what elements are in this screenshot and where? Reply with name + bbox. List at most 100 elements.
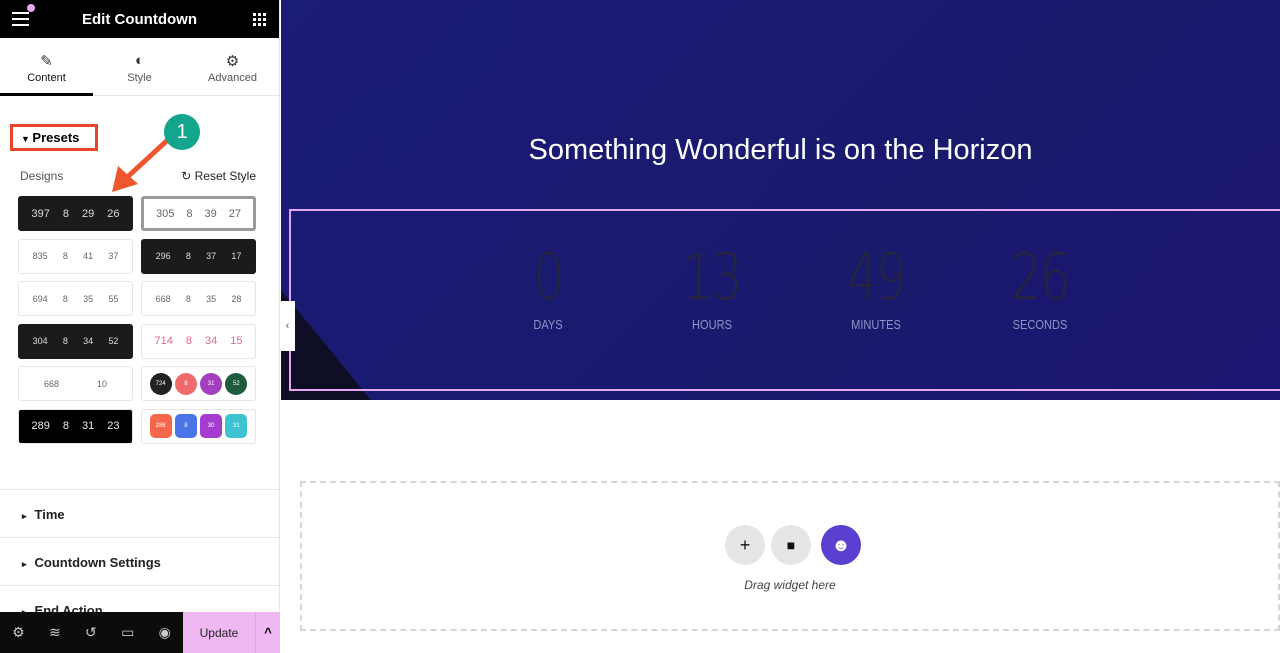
countdown-value: 0 <box>533 241 564 315</box>
preset-design-6[interactable]: 668 8 35 28 <box>141 281 256 316</box>
countdown-label: HOURS <box>692 317 732 332</box>
preset-design-9[interactable]: 668 10 <box>18 366 133 401</box>
responsive-icon[interactable]: ▭ <box>121 624 134 641</box>
caret-down-icon: ▼ <box>21 134 33 144</box>
preset-digit: 10 <box>96 378 107 389</box>
preset-digit: 8 <box>62 207 69 220</box>
widget-drop-zone[interactable]: + ■ ☻ Drag widget here <box>300 481 1280 631</box>
preset-digit: 30 <box>200 414 223 438</box>
preset-digit: 8 <box>62 336 68 346</box>
section-title: Presets <box>32 130 80 145</box>
preset-digit: 668 <box>155 293 171 304</box>
preset-digit: 17 <box>231 251 242 261</box>
countdown-label: MINUTES <box>851 317 901 332</box>
preset-design-12[interactable]: 288 8 30 31 <box>141 408 256 444</box>
preset-digit: 28 <box>231 293 242 304</box>
preset-digit: 714 <box>154 335 173 347</box>
countdown-value: 13 <box>682 241 743 315</box>
apps-grid-icon[interactable] <box>253 13 266 26</box>
preset-digit: 26 <box>107 207 120 220</box>
preset-design-7[interactable]: 304 8 34 52 <box>18 323 133 359</box>
chevron-up-icon[interactable]: ^ <box>255 612 280 653</box>
notification-dot <box>27 4 35 12</box>
preset-digit: 296 <box>155 251 171 261</box>
preset-digit: 397 <box>31 207 50 220</box>
countdown-value: 26 <box>1010 241 1071 315</box>
section-time[interactable]: Time <box>0 489 280 537</box>
preset-design-4[interactable]: 296 8 37 17 <box>141 238 256 274</box>
preset-design-11[interactable]: 289 8 31 23 <box>18 408 133 444</box>
preset-digit: 835 <box>32 251 48 261</box>
preset-digit: 41 <box>83 251 94 261</box>
panel-header: Edit Countdown <box>0 0 279 38</box>
preset-digit: 55 <box>108 293 119 304</box>
preset-digit: 31 <box>200 372 223 395</box>
preset-digit: 288 <box>149 414 172 438</box>
preset-digit: 304 <box>32 336 48 346</box>
tab-content[interactable]: ✎ Content <box>0 38 93 96</box>
preset-digit: 27 <box>228 207 241 220</box>
ai-assistant-button[interactable]: ☻ <box>821 525 861 565</box>
preset-digit: 35 <box>206 293 217 304</box>
preset-digit: 8 <box>185 251 191 261</box>
section-countdown-settings[interactable]: Countdown Settings <box>0 537 280 585</box>
add-section-button[interactable]: + <box>725 525 765 565</box>
drag-widget-hint: Drag widget here <box>744 578 836 592</box>
preset-design-3[interactable]: 835 8 41 37 <box>18 238 133 274</box>
preset-digit: 35 <box>83 293 94 304</box>
hero-title: Something Wonderful is on the Horizon <box>528 134 1033 166</box>
preset-design-8[interactable]: 714 8 34 15 <box>141 323 256 359</box>
preset-design-5[interactable]: 694 8 35 55 <box>18 281 133 316</box>
countdown-label: SECONDS <box>1012 317 1068 332</box>
gear-icon: ⚙ <box>225 53 240 70</box>
preset-digit: 8 <box>185 335 192 347</box>
preset-digit: 37 <box>108 251 119 261</box>
history-icon[interactable]: ↺ <box>85 624 97 641</box>
pencil-icon: ✎ <box>40 53 53 70</box>
panel-title: Edit Countdown <box>82 10 197 28</box>
step-badge: 1 <box>164 114 200 150</box>
preset-digit: 29 <box>81 207 95 220</box>
tab-label: Style <box>127 72 152 84</box>
update-button[interactable]: Update <box>183 612 255 653</box>
preview-eye-icon[interactable]: ◉ <box>159 624 171 641</box>
preset-digit: 34 <box>204 335 218 347</box>
preset-digit: 8 <box>62 420 69 432</box>
preset-digit: 8 <box>62 293 68 304</box>
preset-digit: 39 <box>204 207 217 220</box>
countdown-value: 49 <box>846 241 907 315</box>
template-folder-button[interactable]: ■ <box>771 525 811 565</box>
reset-style-button[interactable]: ↻ Reset Style <box>181 169 256 183</box>
preset-digit: 8 <box>174 372 197 395</box>
preset-design-1[interactable]: 397 8 29 26 <box>18 196 133 231</box>
preset-digit: 31 <box>225 414 248 438</box>
tab-style[interactable]: ◐ Style <box>93 38 186 95</box>
preset-digit: 37 <box>206 251 217 261</box>
tab-label: Content <box>27 72 66 84</box>
tab-advanced[interactable]: ⚙ Advanced <box>186 38 279 95</box>
countdown-label: DAYS <box>533 317 563 332</box>
countdown-widget[interactable]: 0 DAYS 13 HOURS 49 MINUTES 26 SECONDS <box>289 209 1280 391</box>
layers-icon[interactable]: ≋ <box>49 624 61 641</box>
presets-section-toggle[interactable]: ▼ Presets <box>10 124 98 151</box>
preset-digit: 305 <box>156 207 175 220</box>
countdown-hours: 13 HOURS <box>652 241 772 332</box>
preset-digit: 8 <box>62 251 68 261</box>
menu-icon[interactable] <box>12 12 29 30</box>
preset-design-2[interactable]: 305 8 39 27 <box>141 196 256 231</box>
preset-digit: 52 <box>225 372 248 395</box>
collapse-panel-handle[interactable]: ‹ <box>280 301 295 351</box>
contrast-icon: ◐ <box>134 52 145 69</box>
preset-digit: 34 <box>83 336 94 346</box>
settings-icon[interactable]: ⚙ <box>12 624 25 641</box>
hero-section: Something Wonderful is on the Horizon 0 D… <box>281 0 1280 400</box>
preset-digit: 289 <box>31 420 50 432</box>
countdown-days: 0 DAYS <box>488 241 608 332</box>
tab-label: Advanced <box>208 72 257 84</box>
countdown-minutes: 49 MINUTES <box>816 241 936 332</box>
preset-digit: 8 <box>185 293 191 304</box>
preset-design-10[interactable]: 724 8 31 52 <box>141 366 256 401</box>
editor-panel: Edit Countdown ✎ Content ◐ Style ⚙ Advanced… <box>0 0 280 653</box>
reset-icon: ↻ <box>181 169 195 183</box>
preset-digit: 52 <box>108 336 119 346</box>
